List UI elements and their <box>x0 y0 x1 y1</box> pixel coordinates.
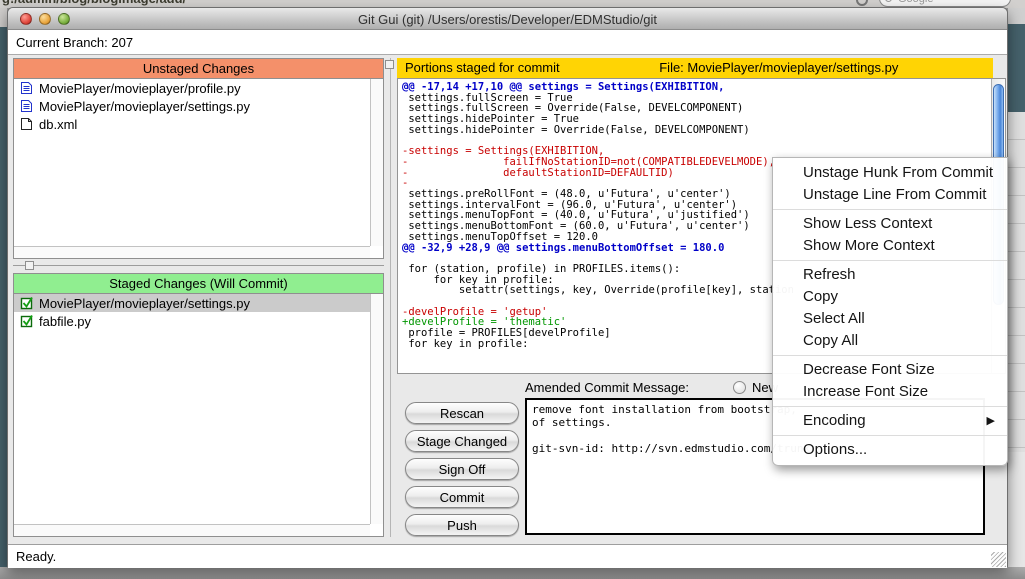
context-menu-item: ▶ <box>773 352 1007 359</box>
context-menu-item[interactable]: Copy All ▶ <box>773 330 1007 352</box>
file-name: MoviePlayer/movieplayer/settings.py <box>39 99 250 114</box>
staged-check-icon <box>20 296 34 310</box>
unstaged-vertical-scrollbar[interactable] <box>370 79 383 246</box>
splitter-handle[interactable] <box>25 261 34 270</box>
menu-item-label: Refresh <box>803 266 856 283</box>
menu-item-label: Copy <box>803 288 838 305</box>
menu-item-label: Show More Context <box>803 237 935 254</box>
diff-header-file: File: MoviePlayer/movieplayer/settings.p… <box>659 58 898 78</box>
background-search-field: Google <box>879 0 1011 7</box>
menu-item-label: Unstage Line From Commit <box>803 186 986 203</box>
file-row[interactable]: fabfile.py <box>14 312 370 330</box>
context-menu-item[interactable]: Unstage Line From Commit ▶ <box>773 184 1007 206</box>
file-name: db.xml <box>39 117 77 132</box>
context-menu-item: ▶ <box>773 206 1007 213</box>
unstaged-file-list: MoviePlayer/movieplayer/profile.py Movie… <box>14 79 370 246</box>
background-right-strip-teal <box>1008 24 1025 112</box>
context-menu-item: ▶ <box>773 403 1007 410</box>
unstaged-changes-panel: Unstaged Changes MoviePlayer/movieplayer… <box>13 58 384 259</box>
staged-horizontal-scrollbar[interactable] <box>14 524 370 536</box>
context-menu-item[interactable]: Decrease Font Size ▶ <box>773 359 1007 381</box>
action-buttons: Rescan Stage Changed Sign Off Commit Pus… <box>405 402 519 542</box>
vertical-splitter-handle[interactable] <box>385 60 394 69</box>
menu-item-label: Select All <box>803 310 865 327</box>
diff-header-title: Portions staged for commit <box>397 58 659 78</box>
splitter-line <box>13 265 384 266</box>
context-menu-item[interactable]: Show More Context ▶ <box>773 235 1007 257</box>
menu-item-label: Encoding <box>803 412 866 429</box>
vertical-splitter-line <box>390 58 391 537</box>
title-bar: Git Gui (git) /Users/orestis/Developer/E… <box>8 8 1007 30</box>
status-text: Ready. <box>16 549 56 564</box>
rescan-button[interactable]: Rescan <box>405 402 519 424</box>
file-name: MoviePlayer/movieplayer/settings.py <box>39 296 250 311</box>
search-icon <box>885 0 892 2</box>
modified-file-icon <box>20 81 34 95</box>
commit-button[interactable]: Commit <box>405 486 519 508</box>
file-name: fabfile.py <box>39 314 91 329</box>
diff-line[interactable]: settings.hidePointer = Override(False, D… <box>402 125 989 136</box>
context-menu-item[interactable]: Copy ▶ <box>773 286 1007 308</box>
submenu-arrow-icon: ▶ <box>987 410 995 432</box>
menu-item-label: Options... <box>803 441 867 458</box>
file-name: MoviePlayer/movieplayer/profile.py <box>39 81 241 96</box>
context-menu-item[interactable]: Refresh ▶ <box>773 264 1007 286</box>
staged-changes-header: Staged Changes (Will Commit) <box>14 274 383 294</box>
current-branch-label: Current Branch: <box>16 35 108 50</box>
new-commit-radio[interactable] <box>733 381 746 394</box>
stage-changed-button[interactable]: Stage Changed <box>405 430 519 452</box>
background-left-strip <box>0 27 7 579</box>
context-menu-item[interactable]: Options... ▶ <box>773 439 1007 461</box>
staged-check-icon <box>20 314 34 328</box>
file-row[interactable]: MoviePlayer/movieplayer/profile.py <box>14 79 370 97</box>
menu-item-label: Decrease Font Size <box>803 361 935 378</box>
current-branch-value: 207 <box>111 35 133 50</box>
push-button[interactable]: Push <box>405 514 519 536</box>
status-bar: Ready. <box>8 544 1007 568</box>
horizontal-splitter[interactable] <box>13 259 384 273</box>
file-row[interactable]: db.xml <box>14 115 370 133</box>
background-right-strip-top <box>1008 8 1025 24</box>
diff-header-bar: Portions staged for commit File: MoviePl… <box>397 58 993 78</box>
background-bottom-strip <box>0 567 1025 579</box>
menu-item-label: Increase Font Size <box>803 383 928 400</box>
context-menu-item[interactable]: Increase Font Size ▶ <box>773 381 1007 403</box>
menu-item-label: Unstage Hunk From Commit <box>803 164 993 181</box>
untracked-file-icon <box>20 117 34 131</box>
sign-off-button[interactable]: Sign Off <box>405 458 519 480</box>
window-title: Git Gui (git) /Users/orestis/Developer/E… <box>8 12 1007 27</box>
commit-message-header: Amended Commit Message: New <box>525 378 778 396</box>
staged-vertical-scrollbar[interactable] <box>370 294 383 524</box>
refresh-icon <box>856 0 868 6</box>
context-menu-item[interactable]: Encoding ▶ <box>773 410 1007 432</box>
context-menu: Unstage Hunk From Commit ▶ Unstage Line … <box>772 157 1008 466</box>
amended-commit-message-label: Amended Commit Message: <box>525 380 689 395</box>
resize-grip[interactable] <box>991 552 1006 567</box>
context-menu-item: ▶ <box>773 257 1007 264</box>
context-menu-item: ▶ <box>773 432 1007 439</box>
context-menu-item[interactable]: Unstage Hunk From Commit ▶ <box>773 162 1007 184</box>
menu-item-label: Show Less Context <box>803 215 932 232</box>
file-row[interactable]: MoviePlayer/movieplayer/settings.py <box>14 97 370 115</box>
menu-item-label: Copy All <box>803 332 858 349</box>
current-branch-bar: Current Branch: 207 <box>8 30 1007 55</box>
context-menu-item[interactable]: Select All ▶ <box>773 308 1007 330</box>
unstaged-horizontal-scrollbar[interactable] <box>14 246 370 258</box>
unstaged-changes-header: Unstaged Changes <box>14 59 383 79</box>
context-menu-item[interactable]: Show Less Context ▶ <box>773 213 1007 235</box>
background-left-strip-top <box>0 8 7 27</box>
file-row[interactable]: MoviePlayer/movieplayer/settings.py <box>14 294 370 312</box>
staged-file-list: MoviePlayer/movieplayer/settings.py fabf… <box>14 294 370 524</box>
background-right-strip-lines <box>1008 112 1025 452</box>
vertical-splitter[interactable] <box>384 58 397 537</box>
search-label: Google <box>898 0 933 5</box>
staged-changes-panel: Staged Changes (Will Commit) MoviePlayer… <box>13 273 384 537</box>
modified-file-icon <box>20 99 34 113</box>
background-url-fragment: g!/admin/blog/blogimage/add/ <box>2 0 186 6</box>
background-right-strip-low <box>1008 452 1025 567</box>
